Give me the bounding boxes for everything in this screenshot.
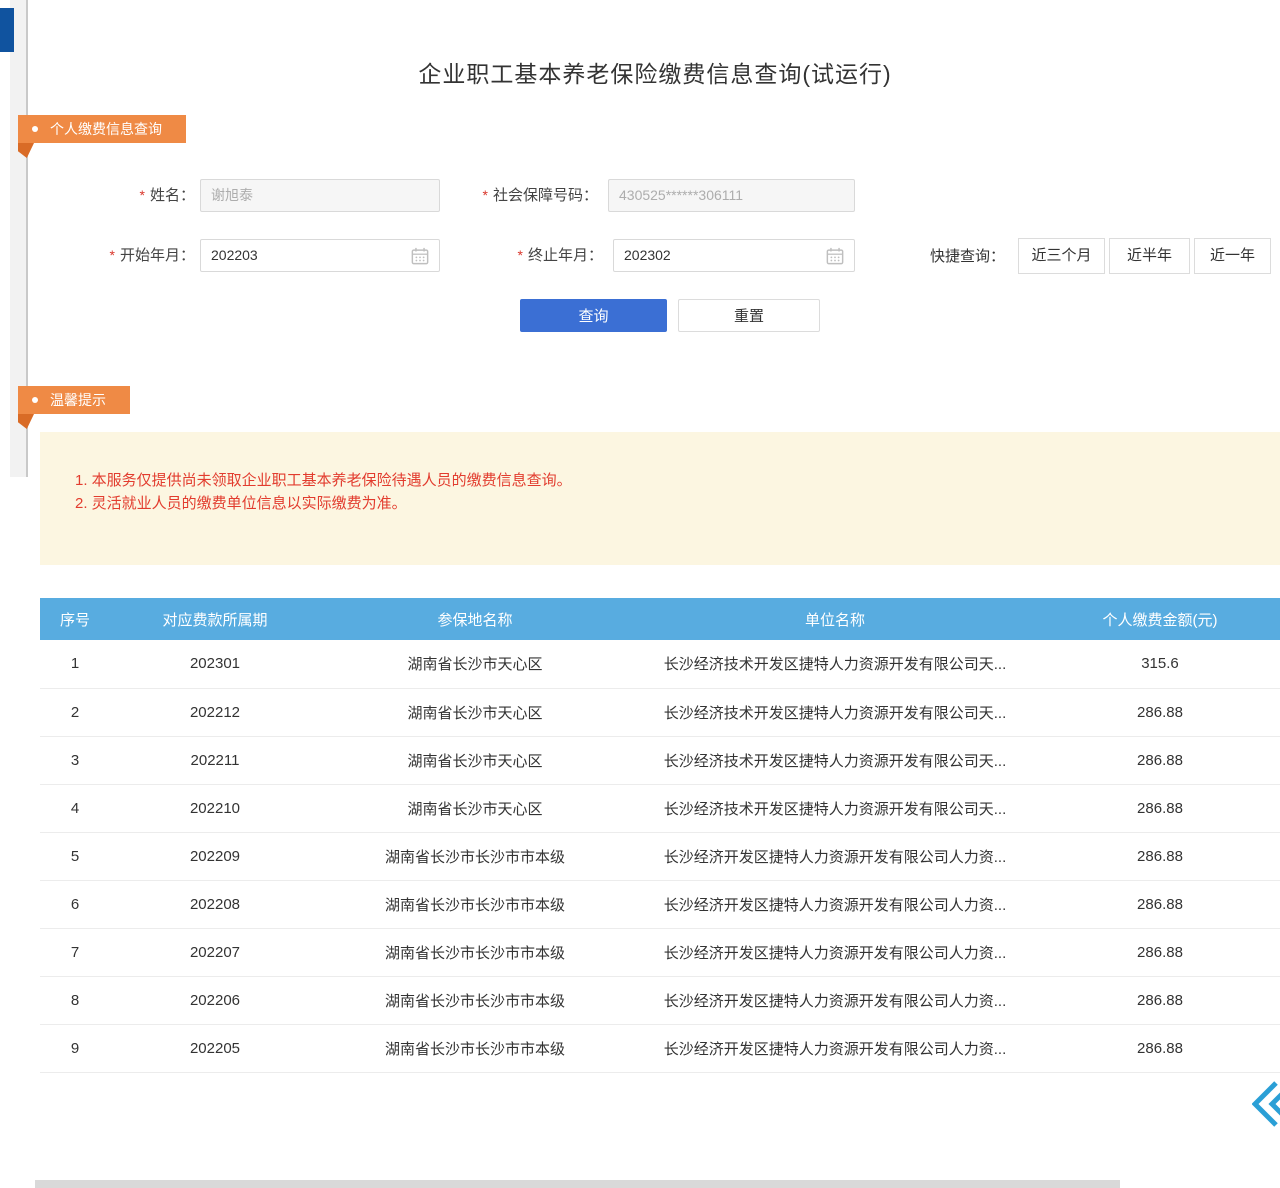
reset-button[interactable]: 重置 [678, 299, 820, 332]
end-month-value: 202302 [624, 240, 671, 271]
quick-btn-last-3-months[interactable]: 近三个月 [1018, 238, 1105, 274]
cell-amount: 286.88 [1040, 928, 1280, 976]
table-header-row: 序号 对应费款所属期 参保地名称 单位名称 个人缴费金额(元) [40, 598, 1280, 640]
quick-btn-last-year[interactable]: 近一年 [1194, 238, 1271, 274]
query-button[interactable]: 查询 [520, 299, 667, 332]
bullet-dot-icon [32, 126, 38, 132]
cell-amount: 286.88 [1040, 976, 1280, 1024]
cell-region: 湖南省长沙市长沙市市本级 [320, 832, 630, 880]
table-row: 6 202208 湖南省长沙市长沙市市本级 长沙经济开发区捷特人力资源开发有限公… [40, 880, 1280, 928]
required-mark: * [483, 187, 488, 203]
cell-amount: 286.88 [1040, 688, 1280, 736]
cell-region: 湖南省长沙市长沙市市本级 [320, 928, 630, 976]
bullet-dot-icon [32, 397, 38, 403]
cell-region: 湖南省长沙市天心区 [320, 688, 630, 736]
cell-company: 长沙经济开发区捷特人力资源开发有限公司人力资... [630, 1024, 1040, 1072]
col-header-amount: 个人缴费金额(元) [1040, 598, 1280, 640]
cell-index: 7 [40, 928, 110, 976]
table-row: 7 202207 湖南省长沙市长沙市市本级 长沙经济开发区捷特人力资源开发有限公… [40, 928, 1280, 976]
cell-region: 湖南省长沙市天心区 [320, 640, 630, 688]
cell-amount: 286.88 [1040, 880, 1280, 928]
tips-box: 1. 本服务仅提供尚未领取企业职工基本养老保险待遇人员的缴费信息查询。 2. 灵… [40, 432, 1280, 565]
cell-index: 3 [40, 736, 110, 784]
tip-line: 2. 灵活就业人员的缴费单位信息以实际缴费为准。 [75, 492, 1260, 515]
start-month-label: *开始年月： [85, 239, 195, 272]
cell-company: 长沙经济开发区捷特人力资源开发有限公司人力资... [630, 832, 1040, 880]
required-mark: * [110, 247, 115, 263]
section-badge-personal-query: 个人缴费信息查询 [18, 115, 186, 143]
end-month-field[interactable]: 202302 [613, 239, 855, 272]
calendar-icon[interactable] [826, 247, 844, 265]
cell-amount: 315.6 [1040, 640, 1280, 688]
cell-index: 5 [40, 832, 110, 880]
start-month-field[interactable]: 202203 [200, 239, 440, 272]
pension-query-page: 企业职工基本养老保险缴费信息查询(试运行) 个人缴费信息查询 *姓名： 谢旭泰 … [0, 0, 1280, 1188]
cell-period: 202209 [110, 832, 320, 880]
table-row: 5 202209 湖南省长沙市长沙市市本级 长沙经济开发区捷特人力资源开发有限公… [40, 832, 1280, 880]
sidebar-tab[interactable] [0, 8, 14, 52]
table-row: 8 202206 湖南省长沙市长沙市市本级 长沙经济开发区捷特人力资源开发有限公… [40, 976, 1280, 1024]
cell-index: 2 [40, 688, 110, 736]
cell-region: 湖南省长沙市天心区 [320, 736, 630, 784]
end-month-label: *终止年月： [468, 239, 603, 272]
table-row: 2 202212 湖南省长沙市天心区 长沙经济技术开发区捷特人力资源开发有限公司… [40, 688, 1280, 736]
col-header-company: 单位名称 [630, 598, 1040, 640]
page-title: 企业职工基本养老保险缴费信息查询(试运行) [30, 55, 1280, 89]
cell-period: 202207 [110, 928, 320, 976]
cell-amount: 286.88 [1040, 784, 1280, 832]
name-field[interactable]: 谢旭泰 [200, 179, 440, 212]
tips-badge-label: 温馨提示 [50, 392, 106, 408]
quick-query-label: 快捷查询： [930, 239, 1005, 274]
cell-amount: 286.88 [1040, 1024, 1280, 1072]
ssn-label: *社会保障号码： [453, 179, 598, 212]
table-row: 4 202210 湖南省长沙市天心区 长沙经济技术开发区捷特人力资源开发有限公司… [40, 784, 1280, 832]
tip-line: 1. 本服务仅提供尚未领取企业职工基本养老保险待遇人员的缴费信息查询。 [75, 469, 1260, 492]
cell-period: 202211 [110, 736, 320, 784]
cell-company: 长沙经济技术开发区捷特人力资源开发有限公司天... [630, 688, 1040, 736]
cell-period: 202205 [110, 1024, 320, 1072]
cell-company: 长沙经济技术开发区捷特人力资源开发有限公司天... [630, 736, 1040, 784]
cell-period: 202212 [110, 688, 320, 736]
table-row: 3 202211 湖南省长沙市天心区 长沙经济技术开发区捷特人力资源开发有限公司… [40, 736, 1280, 784]
table-body: 1 202301 湖南省长沙市天心区 长沙经济技术开发区捷特人力资源开发有限公司… [40, 640, 1280, 1072]
cell-company: 长沙经济技术开发区捷特人力资源开发有限公司天... [630, 784, 1040, 832]
cell-company: 长沙经济开发区捷特人力资源开发有限公司人力资... [630, 880, 1040, 928]
cell-index: 4 [40, 784, 110, 832]
cell-company: 长沙经济技术开发区捷特人力资源开发有限公司天... [630, 640, 1040, 688]
calendar-icon[interactable] [411, 247, 429, 265]
cell-amount: 286.88 [1040, 832, 1280, 880]
payment-table: 序号 对应费款所属期 参保地名称 单位名称 个人缴费金额(元) 1 202301… [40, 598, 1280, 1073]
bottom-bar [35, 1180, 1120, 1188]
cell-region: 湖南省长沙市长沙市市本级 [320, 880, 630, 928]
col-header-index: 序号 [40, 598, 110, 640]
cell-region: 湖南省长沙市长沙市市本级 [320, 976, 630, 1024]
cell-region: 湖南省长沙市天心区 [320, 784, 630, 832]
cell-company: 长沙经济开发区捷特人力资源开发有限公司人力资... [630, 928, 1040, 976]
table-row: 9 202205 湖南省长沙市长沙市市本级 长沙经济开发区捷特人力资源开发有限公… [40, 1024, 1280, 1072]
cell-index: 6 [40, 880, 110, 928]
section-badge-tips: 温馨提示 [18, 386, 130, 414]
cell-period: 202206 [110, 976, 320, 1024]
start-month-value: 202203 [211, 240, 258, 271]
required-mark: * [518, 247, 523, 263]
cell-index: 8 [40, 976, 110, 1024]
quick-btn-last-half-year[interactable]: 近半年 [1109, 238, 1190, 274]
name-label: *姓名： [85, 179, 195, 212]
cell-company: 长沙经济开发区捷特人力资源开发有限公司人力资... [630, 976, 1040, 1024]
section-badge-label: 个人缴费信息查询 [50, 121, 162, 137]
cell-period: 202208 [110, 880, 320, 928]
cell-index: 1 [40, 640, 110, 688]
table-row: 1 202301 湖南省长沙市天心区 长沙经济技术开发区捷特人力资源开发有限公司… [40, 640, 1280, 688]
cell-period: 202210 [110, 784, 320, 832]
cell-period: 202301 [110, 640, 320, 688]
cell-index: 9 [40, 1024, 110, 1072]
ssn-field[interactable]: 430525******306111 [608, 179, 855, 212]
required-mark: * [140, 187, 145, 203]
cell-region: 湖南省长沙市长沙市市本级 [320, 1024, 630, 1072]
cell-amount: 286.88 [1040, 736, 1280, 784]
col-header-region: 参保地名称 [320, 598, 630, 640]
col-header-period: 对应费款所属期 [110, 598, 320, 640]
collapse-chevron-icon[interactable] [1252, 1080, 1280, 1128]
